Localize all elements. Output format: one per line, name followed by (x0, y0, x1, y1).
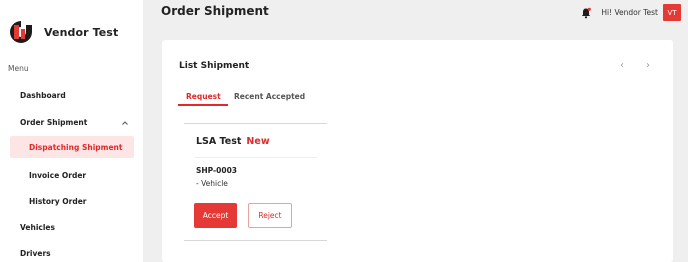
shipment-code: SHP-0003 (196, 166, 238, 175)
card-title: List Shipment (179, 61, 250, 71)
sidebar-item-history-order[interactable]: History Order (29, 197, 86, 206)
page-title: Order Shipment (161, 4, 269, 18)
tab-recent-accepted[interactable]: Recent Accepted (234, 92, 305, 101)
shipment-vendor: LSA Test (196, 136, 242, 147)
chevron-right-icon[interactable]: › (646, 60, 650, 71)
sidebar-item-invoice-order[interactable]: Invoice Order (29, 171, 86, 180)
accept-button[interactable]: Accept (194, 203, 237, 228)
user-greeting: Hi! Vendor Test (601, 8, 658, 17)
vendor-logo-icon (10, 21, 32, 43)
shipment-header: LSA Test New (196, 136, 270, 147)
status-badge: New (246, 136, 270, 147)
chevron-left-icon[interactable]: ‹ (620, 60, 624, 71)
shipment-vehicle: - Vehicle (196, 179, 228, 188)
sidebar-item-label: Dispatching Shipment (29, 143, 123, 152)
sidebar: Vendor Test Menu Dashboard Order Shipmen… (0, 0, 143, 262)
sidebar-item-drivers[interactable]: Drivers (20, 249, 51, 258)
divider (194, 157, 317, 158)
sidebar-item-dispatching-shipment[interactable]: Dispatching Shipment (10, 136, 134, 158)
sidebar-item-dashboard[interactable]: Dashboard (20, 91, 66, 100)
sidebar-item-order-shipment[interactable]: Order Shipment (20, 118, 87, 127)
brand-name: Vendor Test (44, 25, 119, 39)
active-tab-indicator (178, 104, 228, 106)
bell-icon[interactable] (580, 7, 592, 19)
brand[interactable]: Vendor Test (9, 20, 118, 44)
avatar[interactable]: VT (663, 4, 681, 21)
reject-button[interactable]: Reject (248, 203, 292, 228)
shipment-item: LSA Test New SHP-0003 - Vehicle Accept Re… (184, 123, 327, 241)
shipment-list-card: List Shipment ‹ › Request Recent Accepte… (162, 40, 673, 262)
user-area: Hi! Vendor Test VT (580, 4, 681, 21)
tab-request[interactable]: Request (186, 92, 221, 101)
menu-label: Menu (8, 64, 29, 73)
sidebar-item-vehicles[interactable]: Vehicles (20, 223, 55, 232)
chevron-up-icon[interactable] (121, 119, 129, 127)
